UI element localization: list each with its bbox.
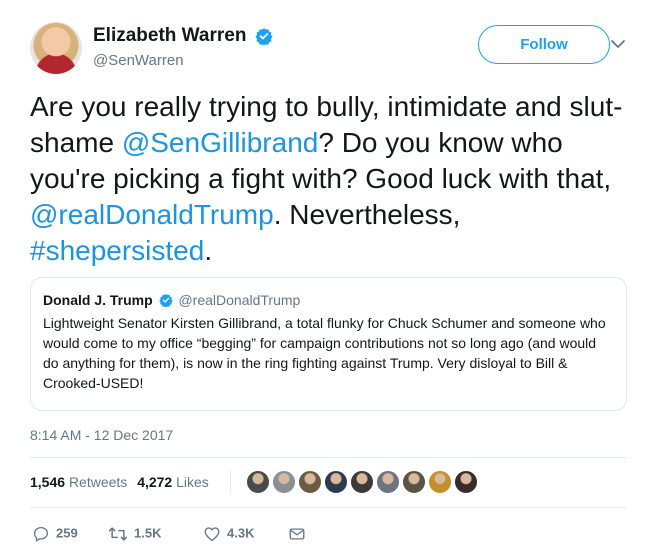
- like-count: 4.3K: [227, 525, 255, 541]
- liker-avatar[interactable]: [350, 470, 374, 494]
- tweet-text: Are you really trying to bully, intimida…: [30, 89, 630, 269]
- liker-avatar[interactable]: [246, 470, 270, 494]
- verified-badge-icon: [255, 28, 273, 45]
- reply-action[interactable]: 259: [32, 522, 78, 544]
- tweet-link[interactable]: #shepersisted: [30, 235, 204, 266]
- retweet-icon: [108, 526, 128, 541]
- tweet-header: Elizabeth Warren @SenWarren Follow: [30, 14, 640, 74]
- quoted-tweet-body: Lightweight Senator Kirsten Gillibrand, …: [43, 315, 606, 391]
- author-name-block[interactable]: Elizabeth Warren @SenWarren: [93, 25, 273, 69]
- retweet-count: 1.5K: [134, 525, 162, 541]
- liker-avatar[interactable]: [324, 470, 348, 494]
- retweet-action[interactable]: 1.5K: [108, 522, 161, 544]
- reply-count: 259: [56, 525, 78, 541]
- tweet-stats: 1,546 Retweets 4,272 Likes: [30, 470, 478, 494]
- chevron-down-icon[interactable]: [608, 36, 628, 52]
- author-display-name[interactable]: Elizabeth Warren: [93, 25, 246, 47]
- quoted-author-handle[interactable]: @realDonaldTrump: [178, 292, 300, 308]
- retweets-stat[interactable]: 1,546 Retweets: [30, 470, 127, 494]
- liker-avatar[interactable]: [402, 470, 426, 494]
- liker-avatars: [246, 470, 480, 494]
- liker-avatar[interactable]: [298, 470, 322, 494]
- tweet-text-segment: . Nevertheless,: [273, 199, 461, 230]
- likes-stat[interactable]: 4,272 Likes: [137, 470, 209, 494]
- tweet-link[interactable]: @SenGillibrand: [122, 127, 319, 158]
- quoted-tweet-header: Donald J. Trump @realDonaldTrump: [43, 291, 614, 309]
- follow-button[interactable]: Follow: [478, 25, 610, 64]
- like-action[interactable]: 4.3K: [203, 522, 254, 544]
- tweet-text-segment: .: [204, 235, 213, 266]
- divider: [30, 507, 627, 508]
- reply-icon: [33, 526, 49, 541]
- divider: [30, 457, 627, 458]
- retweets-count: 1,546: [30, 474, 66, 490]
- envelope-icon: [289, 528, 305, 540]
- retweets-label: Retweets: [68, 474, 128, 490]
- direct-message-action[interactable]: [288, 522, 312, 544]
- likes-count: 4,272: [137, 474, 173, 490]
- author-handle[interactable]: @SenWarren: [93, 52, 273, 69]
- quoted-tweet[interactable]: Donald J. Trump @realDonaldTrump Lightwe…: [30, 277, 627, 411]
- liker-avatar[interactable]: [454, 470, 478, 494]
- tweet-timestamp[interactable]: 8:14 AM - 12 Dec 2017: [30, 427, 173, 443]
- liker-avatar[interactable]: [428, 470, 452, 494]
- author-avatar[interactable]: [30, 22, 82, 74]
- stats-separator: [230, 470, 231, 494]
- likes-label: Likes: [176, 474, 209, 490]
- tweet-link[interactable]: @realDonaldTrump: [30, 199, 274, 230]
- heart-icon: [204, 526, 220, 541]
- quoted-author-name[interactable]: Donald J. Trump: [43, 292, 153, 308]
- liker-avatar[interactable]: [376, 470, 400, 494]
- liker-avatar[interactable]: [272, 470, 296, 494]
- verified-badge-icon: [158, 293, 173, 307]
